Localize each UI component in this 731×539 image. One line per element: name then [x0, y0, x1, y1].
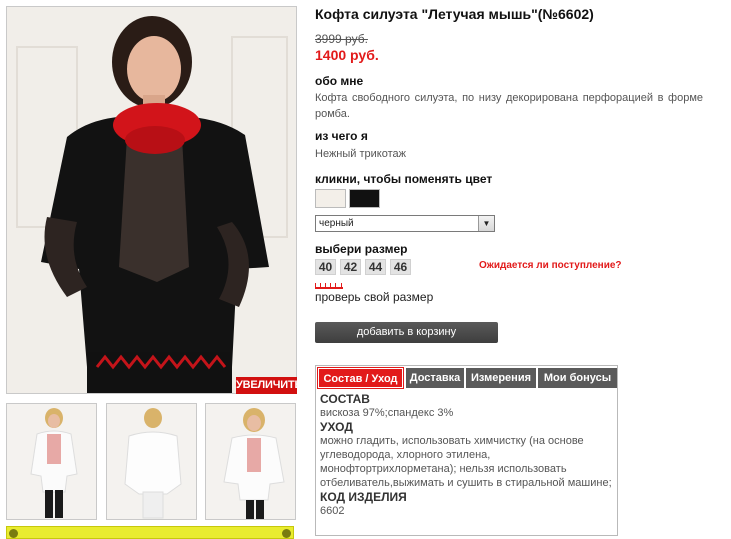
size-heading: выбери размер: [315, 242, 408, 256]
await-stock-link[interactable]: Ожидается ли поступление?: [479, 260, 622, 271]
info-tabs: Состав / Уход Доставка Измерения Мои бон…: [315, 365, 618, 536]
check-size-link[interactable]: проверь свой размер: [315, 290, 433, 304]
size-option-42[interactable]: 42: [340, 259, 361, 275]
color-swatch-black[interactable]: [349, 189, 380, 208]
about-heading: обо мне: [315, 74, 364, 88]
gallery-scroll-strip[interactable]: [6, 526, 294, 539]
thumbnail-3[interactable]: [205, 403, 296, 520]
size-option-46[interactable]: 46: [390, 259, 411, 275]
color-select-value: черный: [319, 218, 354, 229]
ruler-icon: [315, 283, 343, 289]
care-heading: УХОД: [320, 420, 353, 434]
tab-delivery[interactable]: Доставка: [406, 368, 464, 388]
tab-measurements[interactable]: Измерения: [466, 368, 536, 388]
tab-content: СОСТАВ вискоза 97%;спандекс 3% УХОД можн…: [320, 392, 614, 518]
zoom-button[interactable]: УВЕЛИЧИТЬ: [236, 377, 302, 394]
code-heading: КОД ИЗДЕЛИЯ: [320, 490, 407, 504]
new-price: 1400 руб.: [315, 47, 379, 63]
size-option-44[interactable]: 44: [365, 259, 386, 275]
material-text: Нежный трикотаж: [315, 148, 406, 160]
material-heading: из чего я: [315, 129, 368, 143]
size-option-40[interactable]: 40: [315, 259, 336, 275]
composition-text: вискоза 97%;спандекс 3%: [320, 407, 454, 419]
old-price: 3999 руб.: [315, 32, 368, 46]
composition-heading: СОСТАВ: [320, 392, 370, 406]
add-to-cart-button[interactable]: добавить в корзину: [315, 322, 498, 343]
thumbnail-1[interactable]: [6, 403, 97, 520]
scroll-right-icon[interactable]: [282, 529, 291, 538]
color-swatch-white[interactable]: [315, 189, 346, 208]
about-text: Кофта свободного силуэта, по низу декори…: [315, 92, 703, 120]
thumbnail-2[interactable]: [106, 403, 197, 520]
tab-composition-care[interactable]: Состав / Уход: [317, 367, 404, 389]
main-product-photo[interactable]: [6, 6, 297, 394]
chevron-down-icon[interactable]: ▼: [478, 216, 494, 231]
tab-bonuses[interactable]: Мои бонусы: [538, 368, 617, 388]
care-text: можно гладить, использовать химчистку (н…: [320, 435, 612, 489]
product-title: Кофта силуэта "Летучая мышь"(№6602): [315, 6, 594, 22]
color-heading: кликни, чтобы поменять цвет: [315, 172, 493, 186]
scroll-left-icon[interactable]: [9, 529, 18, 538]
color-select[interactable]: черный ▼: [315, 215, 495, 232]
code-text: 6602: [320, 505, 345, 517]
